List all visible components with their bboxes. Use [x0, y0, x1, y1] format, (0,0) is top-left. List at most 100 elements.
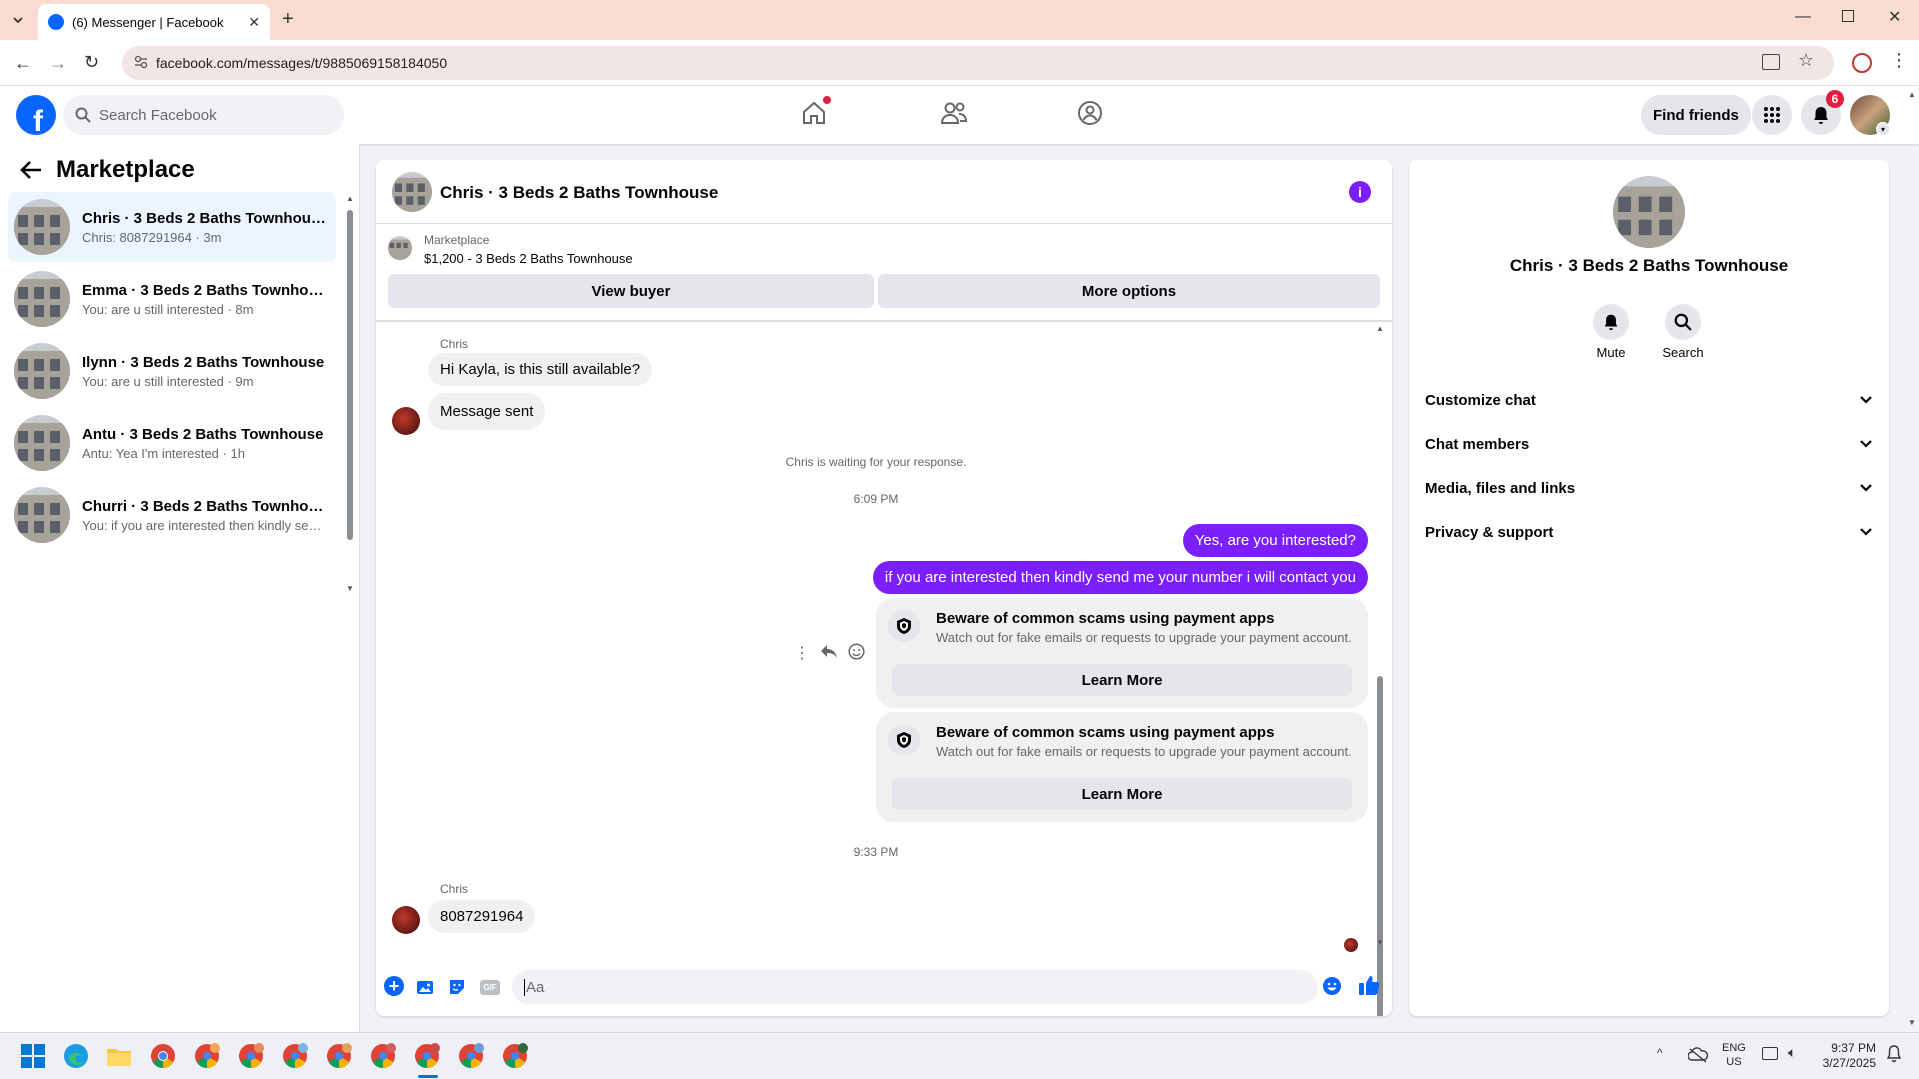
- back-icon[interactable]: ←: [14, 53, 32, 74]
- sender-name: Chris: [440, 337, 469, 351]
- notification-center-icon[interactable]: [1886, 1045, 1902, 1063]
- page-scroll-down-icon[interactable]: ▼: [1908, 1018, 1916, 1027]
- section-label: Chat members: [1425, 435, 1530, 453]
- chrome-profile-icon[interactable]: [326, 1043, 354, 1071]
- chrome-profile-icon[interactable]: [194, 1043, 222, 1071]
- gif-icon[interactable]: GIF: [480, 980, 500, 995]
- volume-icon[interactable]: 🔈︎: [1788, 1044, 1796, 1061]
- media-files-links-section[interactable]: Media, files and links: [1425, 470, 1873, 506]
- url-field[interactable]: facebook.com/messages/t/9885069158184050…: [122, 46, 1834, 80]
- browser-menu-icon[interactable]: ⋮: [1890, 50, 1908, 71]
- conversation-item-ilynn[interactable]: Ilynn · 3 Beds 2 Baths Townhouse You: are…: [8, 336, 336, 406]
- divider: [376, 320, 1392, 322]
- onedrive-icon[interactable]: [1688, 1047, 1708, 1063]
- conversation-info-icon[interactable]: i: [1349, 181, 1371, 203]
- close-tab-icon[interactable]: ✕: [248, 14, 260, 31]
- chat-scrollbar-thumb[interactable]: [1377, 676, 1383, 1016]
- forward-icon[interactable]: →: [49, 53, 67, 74]
- chat-scrollbar[interactable]: ▲ ▼: [1376, 324, 1384, 1016]
- friends-nav-icon[interactable]: [940, 100, 968, 126]
- page-scroll-up-icon[interactable]: ▲: [1908, 90, 1916, 99]
- more-options-button[interactable]: More options: [878, 274, 1380, 308]
- conversation-title: Antu · 3 Beds 2 Baths Townhouse: [82, 425, 324, 443]
- reload-icon[interactable]: ↻: [84, 52, 99, 73]
- new-tab-icon[interactable]: +: [282, 8, 294, 31]
- emoji-picker-icon[interactable]: [1322, 976, 1342, 996]
- install-app-icon[interactable]: [1762, 54, 1780, 70]
- section-label: Privacy & support: [1425, 523, 1554, 541]
- sidebar-scrollbar-thumb[interactable]: [347, 210, 353, 540]
- chat-avatar[interactable]: [392, 172, 432, 212]
- bookmark-star-icon[interactable]: ☆: [1798, 50, 1814, 71]
- search-facebook-input[interactable]: Search Facebook: [63, 95, 344, 135]
- mute-label: Mute: [1596, 345, 1626, 360]
- privacy-support-section[interactable]: Privacy & support: [1425, 514, 1873, 550]
- language-indicator[interactable]: ENG US: [1722, 1041, 1746, 1069]
- edge-icon[interactable]: [63, 1043, 91, 1071]
- add-attachment-icon[interactable]: +: [384, 976, 404, 996]
- sender-avatar[interactable]: [392, 906, 420, 934]
- close-window-icon[interactable]: ✕: [1888, 7, 1901, 27]
- tab-list-icon[interactable]: [8, 10, 28, 30]
- view-buyer-button[interactable]: View buyer: [388, 274, 874, 308]
- chrome-profile-icon[interactable]: [238, 1043, 266, 1071]
- conversation-item-antu[interactable]: Antu · 3 Beds 2 Baths Townhouse Antu: Yea…: [8, 408, 336, 478]
- profile-picture[interactable]: [1613, 176, 1685, 248]
- show-hidden-icons-icon[interactable]: ^: [1657, 1046, 1663, 1060]
- restore-icon[interactable]: [1842, 10, 1854, 22]
- chrome-profile-icon[interactable]: [282, 1043, 310, 1071]
- customize-chat-section[interactable]: Customize chat: [1425, 382, 1873, 418]
- language-code: ENG: [1722, 1042, 1746, 1054]
- learn-more-button[interactable]: Learn More: [892, 778, 1352, 810]
- photo-icon[interactable]: [416, 978, 434, 996]
- file-explorer-icon[interactable]: [106, 1043, 134, 1071]
- search-in-conversation-icon[interactable]: [1665, 304, 1701, 340]
- conversation-item-emma[interactable]: Emma · 3 Beds 2 Baths Townhouse You: are …: [8, 264, 336, 334]
- learn-more-button[interactable]: Learn More: [892, 664, 1352, 696]
- profile-icon[interactable]: [1852, 53, 1872, 73]
- minimize-icon[interactable]: —: [1795, 8, 1811, 26]
- chrome-icon[interactable]: [150, 1043, 178, 1071]
- site-info-icon[interactable]: [134, 55, 148, 69]
- mute-bell-icon[interactable]: [1593, 304, 1629, 340]
- listing-title[interactable]: $1,200 - 3 Beds 2 Baths Townhouse: [424, 251, 633, 266]
- listing-thumbnail: [14, 343, 70, 399]
- incoming-message[interactable]: 8087291964: [428, 900, 536, 933]
- network-icon[interactable]: [1762, 1047, 1778, 1060]
- chat-title[interactable]: Chris · 3 Beds 2 Baths Townhouse: [440, 183, 718, 203]
- outgoing-message[interactable]: if you are interested then kindly send m…: [872, 561, 1368, 594]
- chrome-profile-icon[interactable]: [458, 1043, 486, 1071]
- sticker-icon[interactable]: [448, 978, 466, 996]
- like-thumbs-up-icon[interactable]: [1358, 974, 1380, 996]
- listing-source: Marketplace: [424, 233, 490, 247]
- conversation-preview: You: if you are interested then kindly s…: [82, 517, 327, 533]
- scam-title: Beware of common scams using payment app…: [936, 610, 1275, 627]
- react-emoji-icon[interactable]: [848, 643, 865, 660]
- find-friends-button[interactable]: Find friends: [1641, 95, 1751, 135]
- windows-start-icon[interactable]: [20, 1043, 48, 1071]
- account-chevron-icon[interactable]: ▾: [1876, 122, 1890, 136]
- facebook-logo-icon[interactable]: f: [16, 95, 56, 135]
- back-arrow-icon[interactable]: [20, 160, 42, 180]
- home-nav-icon[interactable]: [801, 96, 831, 126]
- message-input[interactable]: Aa: [512, 970, 1318, 1004]
- chat-members-section[interactable]: Chat members: [1425, 426, 1873, 462]
- menu-grid-icon[interactable]: [1752, 95, 1792, 135]
- shield-icon: [888, 610, 920, 642]
- browser-tab-messenger[interactable]: (6) Messenger | Facebook ✕: [38, 4, 270, 40]
- reply-icon[interactable]: [820, 643, 838, 659]
- incoming-message[interactable]: Hi Kayla, is this still available?: [428, 353, 653, 386]
- outgoing-message[interactable]: Yes, are you interested?: [1182, 524, 1368, 557]
- incoming-message[interactable]: Message sent: [428, 393, 546, 430]
- sidebar-scrollbar[interactable]: ▲ ▼: [346, 194, 354, 684]
- clock[interactable]: 9:37 PM 3/27/2025: [1812, 1041, 1876, 1071]
- chrome-profile-icon[interactable]: [502, 1043, 530, 1071]
- chrome-profile-active-icon[interactable]: [414, 1043, 442, 1071]
- more-actions-icon[interactable]: ⋮: [794, 643, 810, 663]
- conversation-item-churri[interactable]: Churri · 3 Beds 2 Baths Townhouse You: if…: [8, 480, 336, 550]
- chrome-profile-icon[interactable]: [370, 1043, 398, 1071]
- groups-nav-icon[interactable]: [1077, 100, 1103, 126]
- timestamp: 9:33 PM: [853, 845, 899, 859]
- conversation-item-chris[interactable]: Chris · 3 Beds 2 Baths Townhouse Chris: 8…: [8, 192, 336, 262]
- sender-avatar[interactable]: [392, 407, 420, 435]
